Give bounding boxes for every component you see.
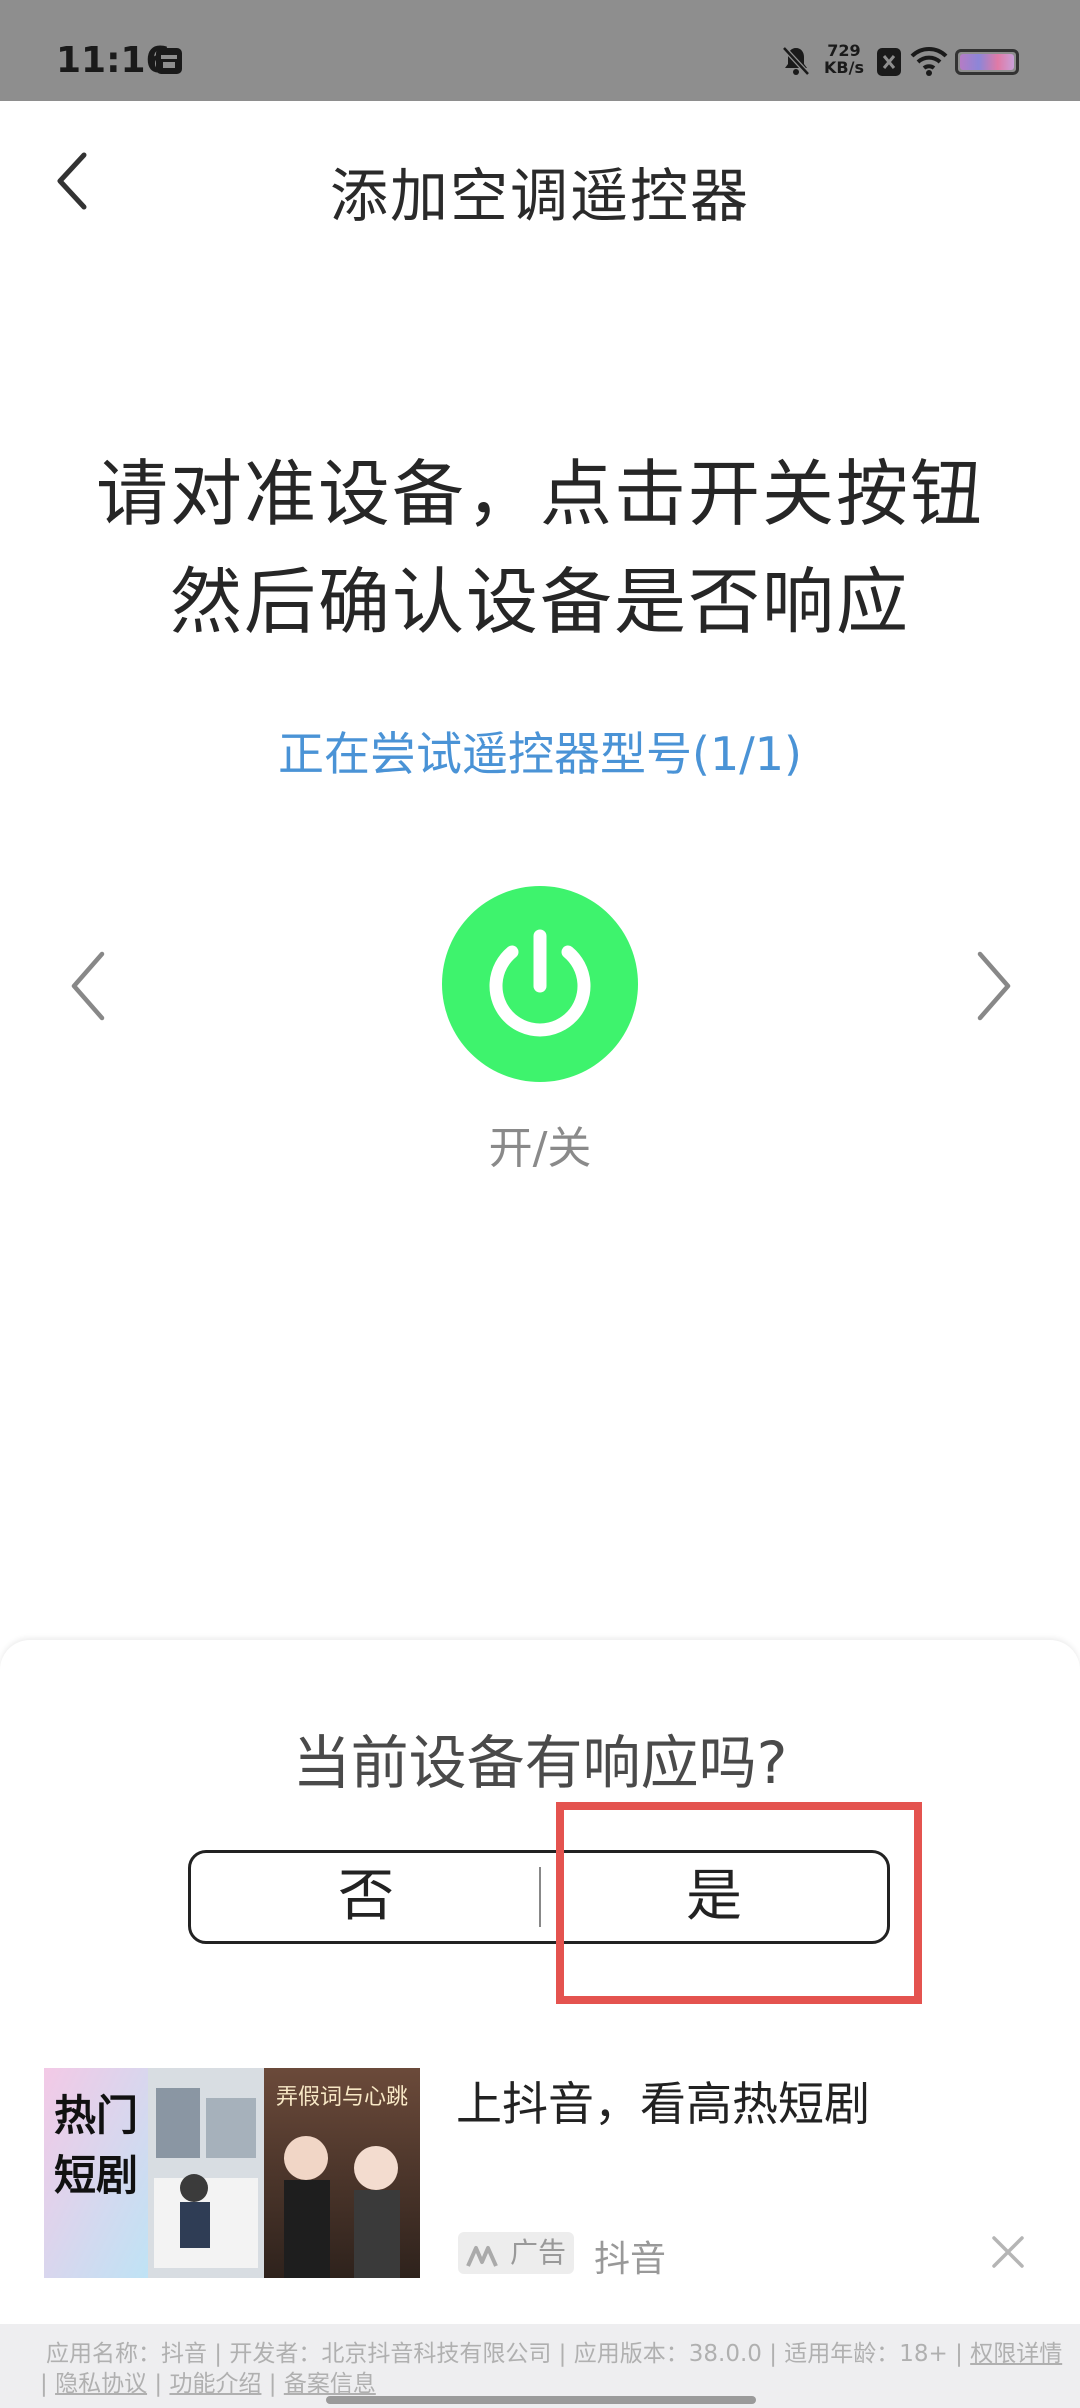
filing-link[interactable]: 备案信息: [284, 2371, 376, 2397]
ad-badge-label: 广告: [510, 2236, 567, 2269]
app-notification-icon: [154, 46, 184, 80]
ad-brand-icon: [466, 2240, 504, 2282]
highlight-box: [556, 1802, 922, 2004]
instruction-line-1: 请对准设备，点击开关按钮: [95, 452, 984, 536]
network-speed-value: 729: [827, 41, 861, 60]
ad-image-text-3: 弄假词与心跳: [276, 2085, 408, 2110]
status-bar: 11:16 729 KB/s: [0, 0, 1080, 101]
permissions-link[interactable]: 权限详情: [970, 2341, 1062, 2367]
ad-image-text-2: 短剧: [54, 2151, 138, 2200]
footer-line-2: | 隐私协议 | 功能介绍 | 备案信息: [40, 2371, 376, 2397]
network-speed: 729 KB/s: [824, 42, 864, 76]
mute-icon: [780, 44, 812, 82]
features-link[interactable]: 功能介绍: [169, 2371, 261, 2397]
wifi-icon: [910, 46, 948, 80]
power-icon: [489, 929, 591, 1037]
instruction-line-2: 然后确认设备是否响应: [169, 560, 910, 644]
chevron-right-icon: [977, 951, 1011, 1021]
ad-badge: 广告: [458, 2232, 574, 2274]
chevron-left-icon: [71, 951, 105, 1021]
footer-line-1: 应用名称：抖音 | 开发者：北京抖音科技有限公司 | 应用版本：38.0.0 |…: [46, 2334, 1062, 2368]
battery-icon: [955, 49, 1019, 75]
ad-advertiser: 抖音: [594, 2239, 667, 2280]
close-icon: [992, 2236, 1024, 2268]
trying-model-text: 正在尝试遥控器型号(1/1): [278, 727, 802, 781]
ad-image[interactable]: 热门 短剧 弄假词与心跳: [44, 2068, 420, 2278]
response-question: 当前设备有响应吗?: [292, 1729, 788, 1797]
page-title: 添加空调遥控器: [329, 162, 750, 230]
power-label: 开/关: [488, 1123, 592, 1174]
power-button[interactable]: [442, 886, 638, 1082]
privacy-link[interactable]: 隐私协议: [55, 2371, 147, 2397]
ad-title[interactable]: 上抖音，看高热短剧: [456, 2068, 870, 2134]
home-indicator[interactable]: [326, 2396, 756, 2404]
network-speed-unit: KB/s: [824, 58, 864, 77]
no-button[interactable]: 否: [191, 1853, 541, 1941]
instruction-text: 请对准设备，点击开关按钮 然后确认设备是否响应: [0, 440, 1080, 656]
previous-model-button[interactable]: [66, 950, 112, 1022]
ad-image-text-1: 热门: [54, 2091, 138, 2140]
ad-close-button[interactable]: [990, 2234, 1026, 2270]
header: 添加空调遥控器: [0, 101, 1080, 261]
sim-off-icon: [876, 47, 902, 81]
next-model-button[interactable]: [970, 950, 1016, 1022]
